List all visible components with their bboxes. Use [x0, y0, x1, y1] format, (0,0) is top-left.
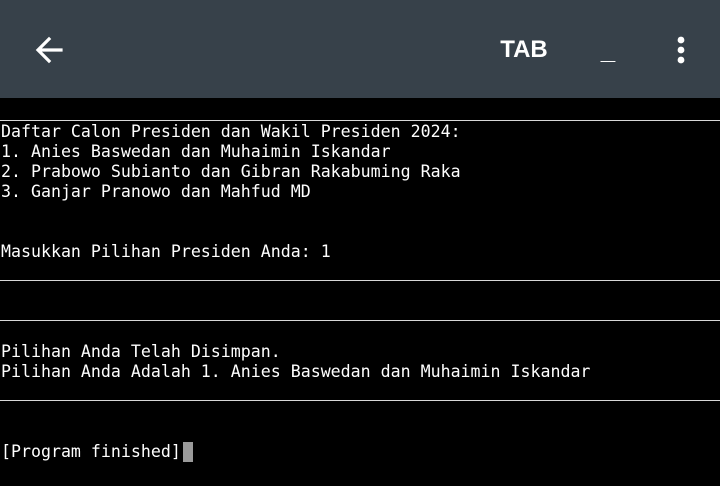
separator-line — [0, 320, 720, 321]
choice-message-line: Pilihan Anda Adalah 1. Anies Baswedan da… — [1, 362, 591, 381]
program-finished-line: [Program finished] — [1, 442, 193, 462]
tab-button[interactable]: TAB — [494, 30, 554, 70]
terminal-output[interactable]: Daftar Calon Presiden dan Wakil Presiden… — [0, 98, 720, 486]
underscore-key-button[interactable]: _ — [588, 30, 628, 70]
candidate-line-1: 1. Anies Baswedan dan Muhaimin Iskandar — [1, 142, 391, 161]
separator-line — [0, 400, 720, 401]
arrow-left-icon — [35, 36, 63, 64]
program-finished-text: [Program finished] — [1, 442, 181, 461]
candidates-header: Daftar Calon Presiden dan Wakil Presiden… — [1, 122, 461, 141]
input-prompt-line: Masukkan Pilihan Presiden Anda: 1 — [1, 242, 331, 261]
separator-line — [0, 280, 720, 281]
candidate-line-3: 3. Ganjar Pranowo dan Mahfud MD — [1, 182, 311, 201]
more-vertical-icon — [677, 36, 685, 64]
saved-message-line: Pilihan Anda Telah Disimpan. — [1, 342, 281, 361]
terminal-cursor — [182, 442, 193, 462]
candidate-line-2: 2. Prabowo Subianto dan Gibran Rakabumin… — [1, 162, 461, 181]
more-options-button[interactable] — [664, 28, 698, 72]
separator-line — [0, 120, 720, 121]
top-toolbar: TAB _ — [0, 0, 720, 98]
back-button[interactable] — [26, 28, 72, 72]
